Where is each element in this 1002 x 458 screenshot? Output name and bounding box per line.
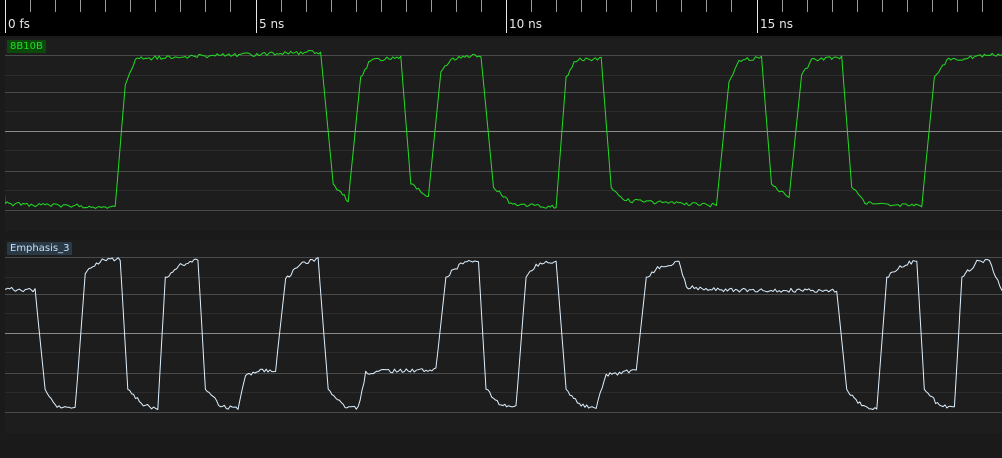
tick-label: 0 fs [8, 17, 30, 31]
minor-tick [706, 0, 707, 12]
minor-tick [431, 0, 432, 12]
minor-tick [581, 0, 582, 12]
minor-tick [957, 0, 958, 12]
minor-tick [656, 0, 657, 12]
tick-label: 5 ns [259, 17, 285, 31]
minor-tick [105, 0, 106, 12]
minor-tick [606, 0, 607, 12]
series-line [5, 49, 1002, 209]
minor-tick [481, 0, 482, 12]
major-tick [256, 0, 257, 33]
minor-tick [331, 0, 332, 12]
waveform-plot [5, 257, 1002, 413]
minor-tick [982, 0, 983, 12]
minor-tick [882, 0, 883, 12]
trace-label-emphasis-3: Emphasis_3 [7, 242, 73, 255]
minor-tick [631, 0, 632, 12]
trace-emphasis-3[interactable]: Emphasis_3 [5, 240, 1002, 433]
major-tick [5, 0, 6, 33]
minor-tick [907, 0, 908, 12]
minor-tick [306, 0, 307, 12]
minor-tick [681, 0, 682, 12]
minor-tick [180, 0, 181, 12]
trace-8b10b[interactable]: 8B10B [5, 38, 1002, 231]
minor-tick [381, 0, 382, 12]
minor-tick [531, 0, 532, 12]
major-tick [757, 0, 758, 33]
minor-tick [155, 0, 156, 12]
minor-tick [80, 0, 81, 12]
minor-tick [230, 0, 231, 12]
minor-tick [356, 0, 357, 12]
minor-tick [556, 0, 557, 12]
trace-label-8b10b: 8B10B [7, 40, 46, 53]
tick-label: 15 ns [760, 17, 793, 31]
minor-tick [731, 0, 732, 12]
waveform-plot [5, 49, 1002, 211]
time-ruler[interactable]: 0 fs 5 ns 10 ns 15 ns [0, 0, 1002, 36]
minor-tick [932, 0, 933, 12]
minor-tick [130, 0, 131, 12]
minor-tick [857, 0, 858, 12]
minor-tick [782, 0, 783, 12]
minor-tick [55, 0, 56, 12]
minor-tick [456, 0, 457, 12]
minor-tick [281, 0, 282, 12]
minor-tick [30, 0, 31, 12]
minor-tick [807, 0, 808, 12]
minor-tick [406, 0, 407, 12]
minor-tick [832, 0, 833, 12]
major-tick [506, 0, 507, 33]
tick-label: 10 ns [509, 17, 542, 31]
minor-tick [205, 0, 206, 12]
